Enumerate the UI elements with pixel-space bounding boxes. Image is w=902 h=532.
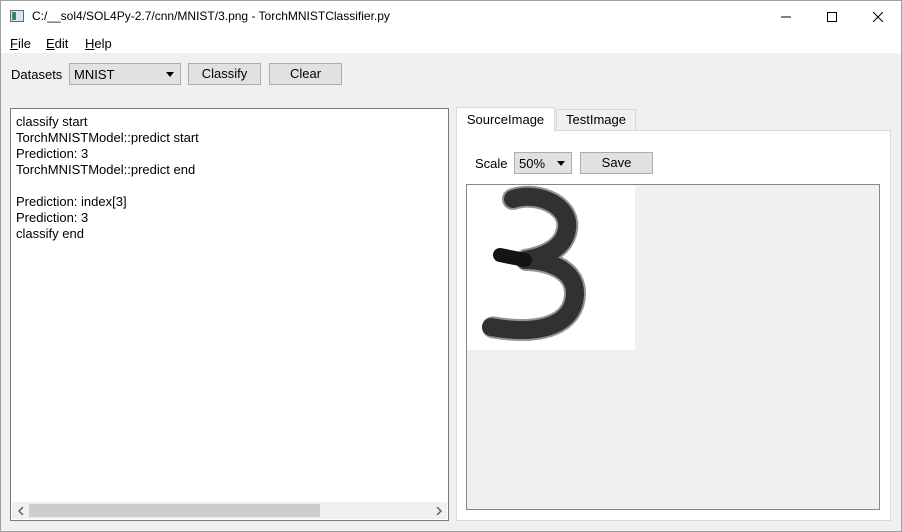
app-window: C:/__sol4/SOL4Py-2.7/cnn/MNIST/3.png - T… xyxy=(0,0,902,532)
app-icon xyxy=(10,10,24,22)
image-view[interactable] xyxy=(466,184,880,510)
maximize-icon xyxy=(827,11,837,22)
scrollbar-thumb[interactable] xyxy=(29,504,320,517)
scale-combo[interactable]: 50% xyxy=(514,152,572,174)
log-textarea[interactable]: classify start TorchMNISTModel::predict … xyxy=(10,108,449,521)
datasets-label: Datasets xyxy=(11,67,63,82)
close-icon xyxy=(873,11,883,22)
scroll-left-button[interactable] xyxy=(12,504,29,517)
menu-edit[interactable]: Edit xyxy=(46,36,68,51)
chevron-right-icon xyxy=(435,506,442,515)
minimize-button[interactable] xyxy=(763,1,809,32)
menu-file[interactable]: File xyxy=(10,36,31,51)
log-line: classify start xyxy=(16,114,88,129)
log-line: TorchMNISTModel::predict end xyxy=(16,162,196,177)
maximize-button[interactable] xyxy=(809,1,855,32)
scroll-right-button[interactable] xyxy=(430,504,447,517)
chevron-down-icon xyxy=(166,72,174,77)
digit-image xyxy=(467,185,635,350)
minimize-icon xyxy=(781,16,791,17)
datasets-value: MNIST xyxy=(74,67,115,82)
log-line: Prediction: index[3] xyxy=(16,194,127,209)
chevron-left-icon xyxy=(17,506,24,515)
window-title: C:/__sol4/SOL4Py-2.7/cnn/MNIST/3.png - T… xyxy=(32,9,390,23)
log-line: Prediction: 3 xyxy=(16,210,89,225)
classify-button[interactable]: Classify xyxy=(188,63,261,85)
tab-testimage[interactable]: TestImage xyxy=(556,109,636,131)
tab-sourceimage[interactable]: SourceImage xyxy=(456,107,555,132)
log-line: TorchMNISTModel::predict start xyxy=(16,130,199,145)
digit-three-drawing xyxy=(480,185,586,341)
menu-bar: File Edit Help xyxy=(1,32,901,53)
title-bar: C:/__sol4/SOL4Py-2.7/cnn/MNIST/3.png - T… xyxy=(1,1,901,32)
chevron-down-icon xyxy=(557,161,565,166)
log-line: classify end xyxy=(16,226,84,241)
close-button[interactable] xyxy=(855,1,901,32)
scale-label: Scale xyxy=(475,156,508,171)
horizontal-scrollbar[interactable] xyxy=(12,502,447,519)
scale-value: 50% xyxy=(519,156,546,171)
save-button[interactable]: Save xyxy=(580,152,653,174)
clear-button[interactable]: Clear xyxy=(269,63,342,85)
menu-help[interactable]: Help xyxy=(85,36,112,51)
log-lines: classify start TorchMNISTModel::predict … xyxy=(16,114,199,242)
datasets-combo[interactable]: MNIST xyxy=(69,63,181,85)
log-line: Prediction: 3 xyxy=(16,146,89,161)
